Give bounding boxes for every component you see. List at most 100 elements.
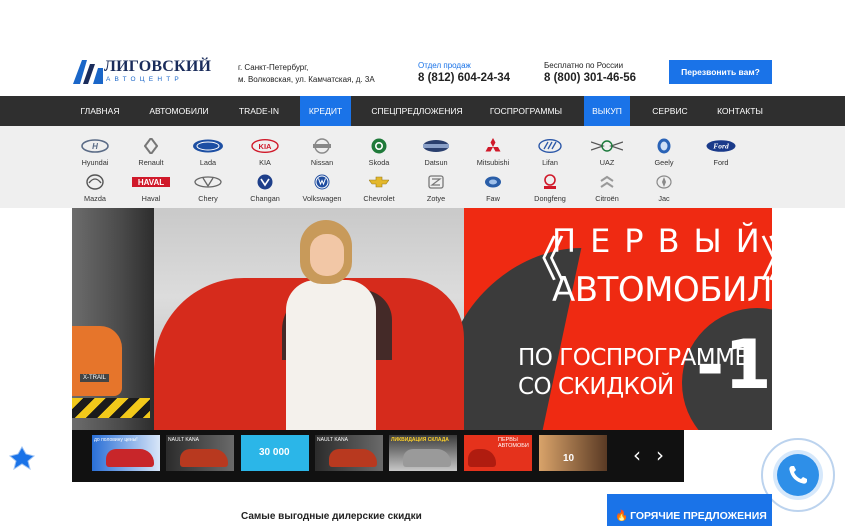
- brand-jac[interactable]: Jac: [634, 174, 694, 206]
- slider-thumbnails: до половину цены! NAULT KANA 30 000 NAUL…: [72, 430, 684, 482]
- main-nav: ГЛАВНАЯ АВТОМОБИЛИ TRADE-IN КРЕДИТ СПЕЦП…: [0, 96, 845, 126]
- brand-label: Hyundai: [81, 158, 109, 167]
- volkswagen-logo-icon: [314, 174, 330, 190]
- sales-label: Отдел продаж: [418, 61, 471, 70]
- free-label: Бесплатно по России: [544, 61, 624, 70]
- brand-lada[interactable]: Lada: [178, 138, 238, 170]
- brand-label: Faw: [486, 194, 500, 203]
- thumbnail-1[interactable]: до половину цены!: [92, 435, 160, 471]
- lada-logo-icon: [193, 139, 223, 153]
- woman-image: [286, 280, 376, 430]
- brand-datsun[interactable]: Datsun: [406, 138, 466, 170]
- chery-logo-icon: [194, 176, 222, 188]
- chat-widget-icon[interactable]: [8, 446, 36, 470]
- brand-ford[interactable]: Ford Ford: [691, 138, 751, 170]
- brand-mazda[interactable]: Mazda: [65, 174, 125, 206]
- hero-discount: -10: [696, 326, 772, 405]
- brand-label: Zotye: [426, 194, 446, 203]
- changan-logo-icon: [257, 174, 273, 190]
- logo-mark-icon: [73, 60, 103, 84]
- thumbnail-6[interactable]: ПЕРВЫ АВТОМОБИ: [464, 435, 532, 471]
- nav-item-special-offers[interactable]: СПЕЦПРЕДЛОЖЕНИЯ: [365, 96, 469, 126]
- thumbnail-3[interactable]: 30 000: [241, 435, 309, 471]
- citroen-logo-icon: [600, 175, 614, 188]
- site-header: ЛИГОВСКИЙ АВТОЦЕНТР г. Санкт-Петербург, …: [0, 0, 845, 96]
- side-slide-badge: X-TRAIL: [80, 374, 110, 382]
- nav-item-service[interactable]: СЕРВИС: [645, 96, 695, 126]
- mazda-logo-icon: [86, 174, 104, 190]
- brand-uaz[interactable]: UAZ: [577, 138, 637, 170]
- brand-label: Mazda: [84, 194, 106, 203]
- site-logo[interactable]: ЛИГОВСКИЙ АВТОЦЕНТР: [73, 58, 211, 86]
- phone-icon: [777, 454, 819, 496]
- brand-label: Chery: [198, 194, 218, 203]
- brand-haval[interactable]: HAVAL Haval: [121, 174, 181, 206]
- brand-label: Haval: [141, 194, 161, 203]
- brand-grid: H Hyundai Renault Lada KIA KIA Nissan Sk…: [0, 126, 845, 208]
- carousel-prev-icon[interactable]: ‹: [627, 442, 647, 468]
- nav-item-cars[interactable]: АВТОМОБИЛИ: [140, 96, 218, 126]
- hazard-stripe: [72, 398, 150, 418]
- brand-label: Citroën: [595, 194, 619, 203]
- brand-label: Ford: [713, 158, 729, 167]
- geely-logo-icon: [657, 138, 671, 154]
- brand-hyundai[interactable]: H Hyundai: [65, 138, 125, 170]
- brand-label: Nissan: [310, 158, 334, 167]
- sales-contact: Отдел продаж 8 (812) 604-24-34: [418, 61, 510, 84]
- side-slide-preview: X-TRAIL: [72, 208, 154, 430]
- brand-nissan[interactable]: Nissan: [292, 138, 352, 170]
- brand-chevrolet[interactable]: Chevrolet: [349, 174, 409, 206]
- brand-label: Dongfeng: [534, 194, 566, 203]
- brand-label: Renault: [138, 158, 164, 167]
- thumbnail-2[interactable]: NAULT KANA: [166, 435, 234, 471]
- brand-dongfeng[interactable]: Dongfeng: [520, 174, 580, 206]
- carousel-next-icon[interactable]: ›: [650, 442, 670, 468]
- brand-label: Datsun: [424, 158, 448, 167]
- callback-widget[interactable]: [761, 438, 835, 512]
- hero-banner[interactable]: X-TRAIL 《 ПЕРВЫЙ 》 АВТОМОБИЛЬ ПО ГОСПРОГ…: [72, 208, 772, 430]
- thumbnail-4[interactable]: NAULT KANA: [315, 435, 383, 471]
- nav-item-contacts[interactable]: КОНТАКТЫ: [709, 96, 771, 126]
- brand-citroen[interactable]: Citroën: [577, 174, 637, 206]
- svg-text:KIA: KIA: [259, 142, 273, 151]
- svg-text:Ford: Ford: [713, 142, 729, 151]
- logo-subtitle: АВТОЦЕНТР: [106, 76, 183, 83]
- woman-face: [310, 234, 344, 276]
- ford-logo-icon: Ford: [706, 140, 736, 152]
- brand-renault[interactable]: Renault: [121, 138, 181, 170]
- brand-faw[interactable]: Faw: [463, 174, 523, 206]
- brand-volkswagen[interactable]: Volkswagen: [292, 174, 352, 206]
- brand-changan[interactable]: Changan: [235, 174, 295, 206]
- nav-item-trade-in[interactable]: TRADE-IN: [230, 96, 288, 126]
- nav-item-buyout[interactable]: ВЫКУП: [584, 96, 630, 126]
- brand-label: Geely: [654, 158, 674, 167]
- renault-logo-icon: [144, 138, 158, 154]
- brand-label: Lada: [199, 158, 217, 167]
- brand-mitsubishi[interactable]: Mitsubishi: [463, 138, 523, 170]
- skoda-logo-icon: [371, 138, 387, 154]
- mitsubishi-logo-icon: [485, 138, 501, 152]
- free-phone-link[interactable]: 8 (800) 301-46-56: [544, 72, 636, 84]
- thumbnail-5[interactable]: ЛИКВИДАЦИЯ СКЛАДА: [389, 435, 457, 471]
- brand-kia[interactable]: KIA KIA: [235, 138, 295, 170]
- nav-item-credit[interactable]: КРЕДИТ: [300, 96, 351, 126]
- brand-lifan[interactable]: Lifan: [520, 138, 580, 170]
- thumbnail-7[interactable]: 10: [539, 435, 607, 471]
- jac-logo-icon: [656, 175, 672, 189]
- nav-item-home[interactable]: ГЛАВНАЯ: [72, 96, 128, 126]
- sales-phone-link[interactable]: 8 (812) 604-24-34: [418, 72, 510, 84]
- brand-label: UAZ: [599, 158, 615, 167]
- nav-item-gov-programs[interactable]: ГОСПРОГРАММЫ: [482, 96, 570, 126]
- haval-logo-icon: HAVAL: [132, 177, 170, 187]
- zotye-logo-icon: [428, 175, 444, 189]
- chevrolet-logo-icon: [369, 176, 389, 188]
- brand-geely[interactable]: Geely: [634, 138, 694, 170]
- hyundai-logo-icon: H: [81, 139, 109, 153]
- callback-button[interactable]: Перезвонить вам?: [669, 60, 772, 84]
- datsun-logo-icon: [423, 140, 449, 152]
- svg-text:H: H: [92, 142, 98, 151]
- hot-offers-button[interactable]: 🔥 ГОРЯЧИЕ ПРЕДЛОЖЕНИЯ: [607, 494, 772, 526]
- brand-zotye[interactable]: Zotye: [406, 174, 466, 206]
- brand-chery[interactable]: Chery: [178, 174, 238, 206]
- brand-skoda[interactable]: Skoda: [349, 138, 409, 170]
